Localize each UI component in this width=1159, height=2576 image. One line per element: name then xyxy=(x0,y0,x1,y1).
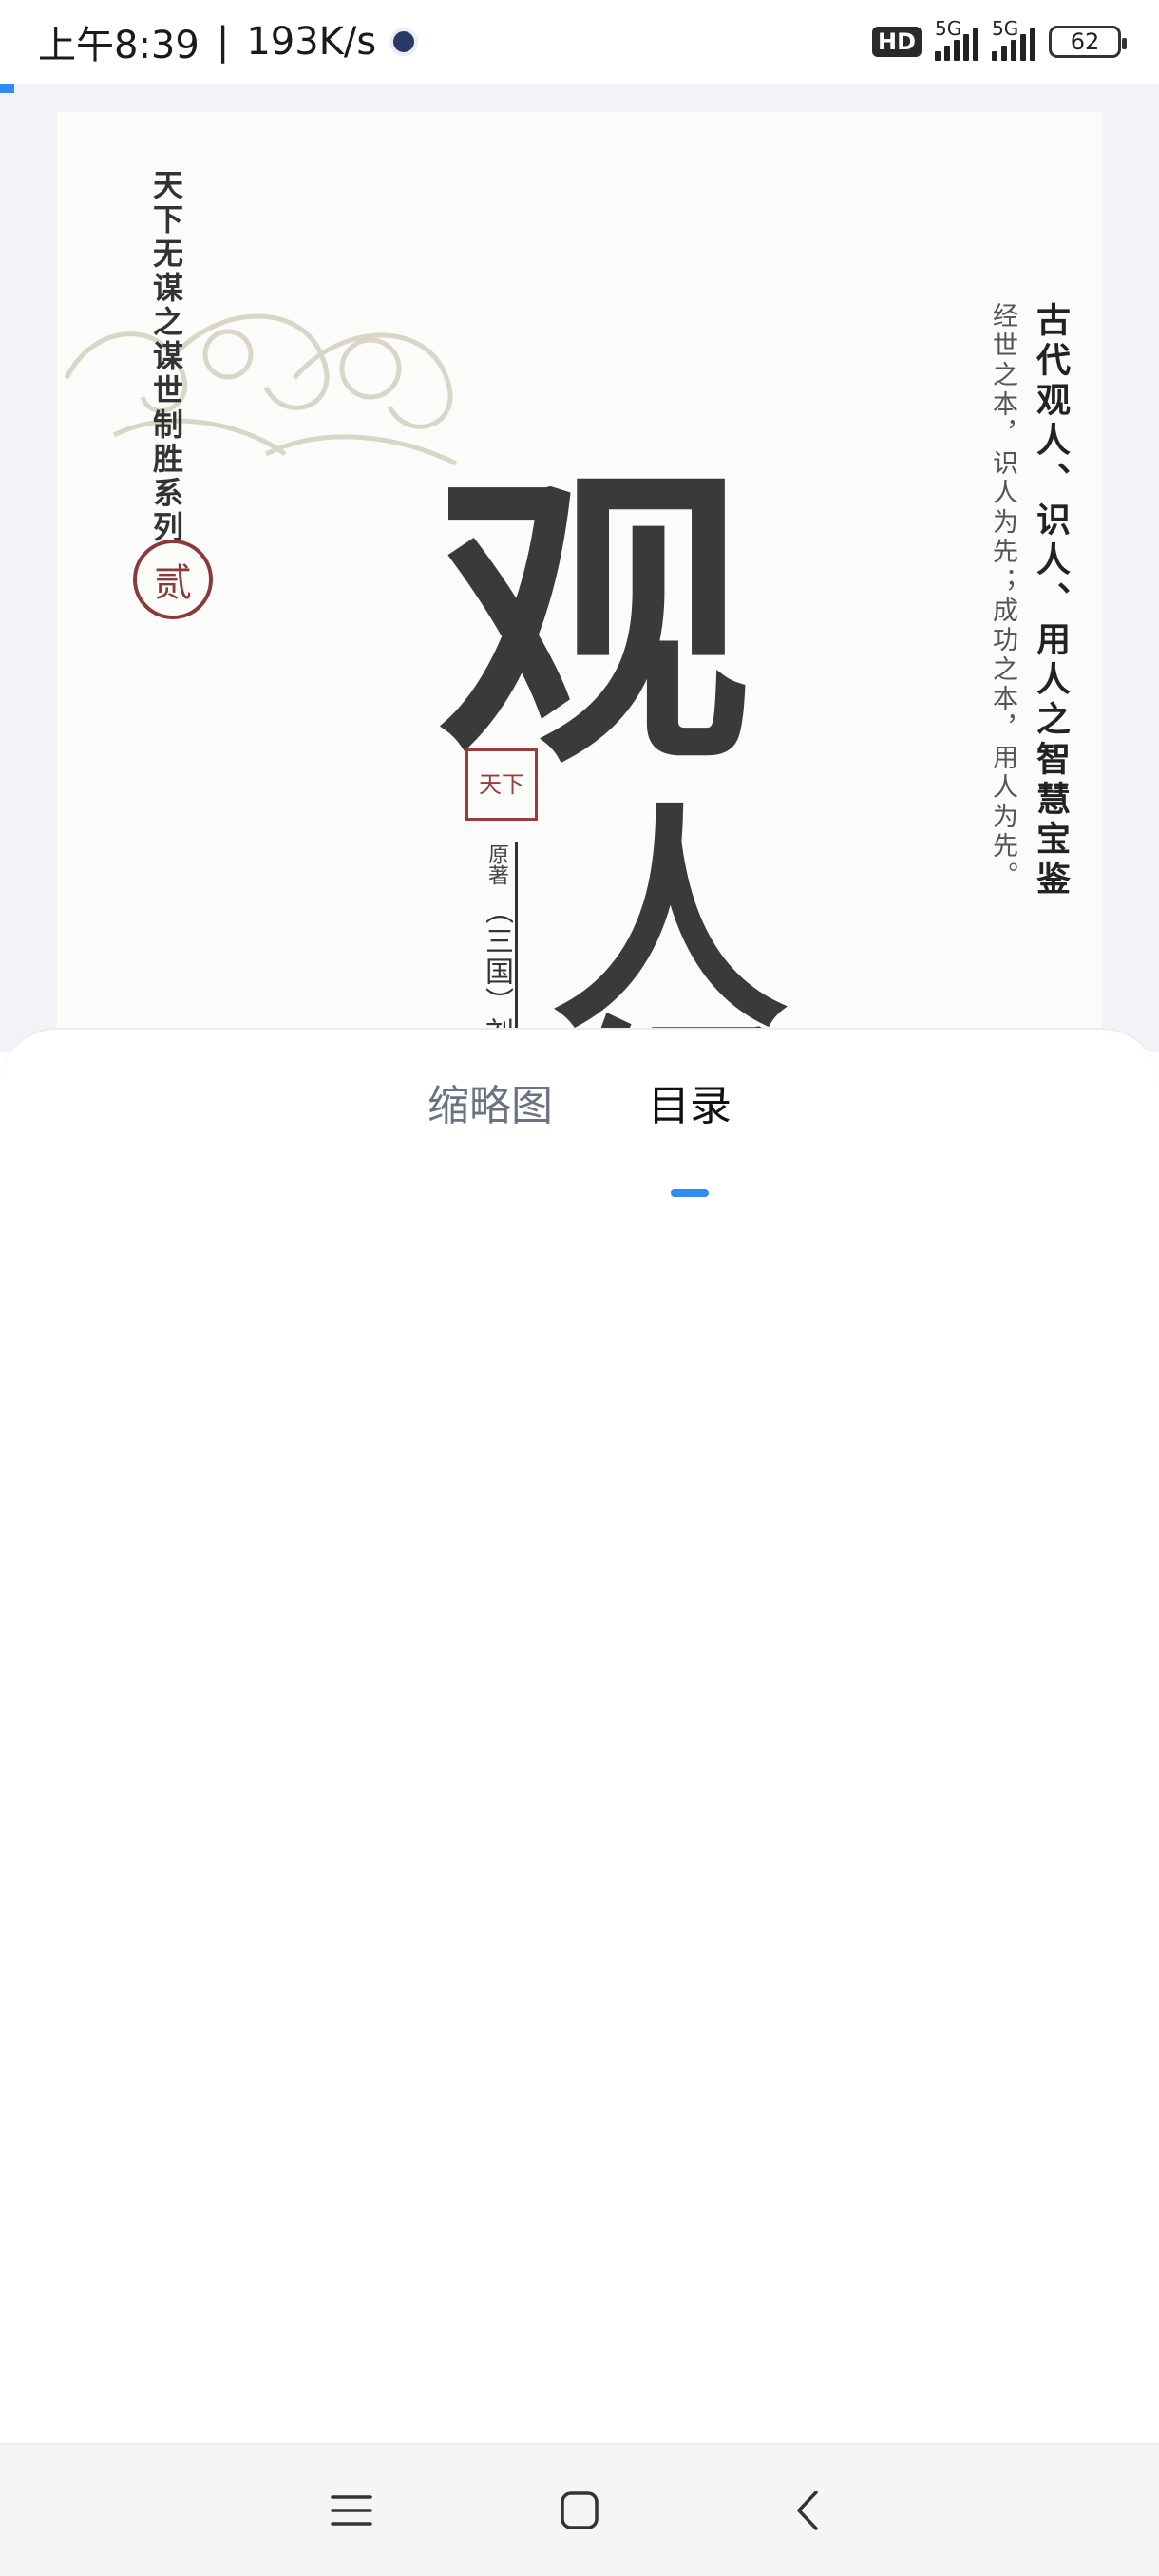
reader-area[interactable]: 天下无谋之谋世制胜系列 贰 古代观人、识人、用人之智慧宝鉴 经世之本，识人为先；… xyxy=(0,93,1159,1052)
cover-subtitle-sub: 经世之本，识人为先；成功之本，用人为先。 xyxy=(988,302,1017,891)
reading-progress-fill xyxy=(0,84,14,93)
home-icon xyxy=(560,2491,598,2529)
tab-contents-label: 目录 xyxy=(648,1082,732,1130)
cloud-pattern-decoration xyxy=(64,313,458,466)
tab-thumbnails[interactable]: 缩略图 xyxy=(428,1071,553,1147)
hd-voice-icon: HD xyxy=(871,27,922,57)
sheet-tabs: 缩略图 目录 xyxy=(0,1030,1159,1197)
author-name: （三国）刘 xyxy=(480,896,513,1048)
menu-icon xyxy=(331,2495,372,2526)
volume-seal: 贰 xyxy=(133,540,213,619)
status-time: 上午8:39 xyxy=(38,24,200,67)
signal-icon-2: 5G xyxy=(992,17,1036,61)
series-title: 天下无谋之谋世制胜系列 xyxy=(148,169,184,545)
battery-level: 62 xyxy=(1070,28,1100,55)
signal-icon-1: 5G xyxy=(935,17,978,61)
recent-apps-button[interactable] xyxy=(314,2472,390,2548)
status-left: 上午8:39 | 193K/s xyxy=(38,14,419,69)
cover-subtitle-main: 古代观人、识人、用人之智慧宝鉴 xyxy=(1031,302,1071,900)
signal-2-label: 5G xyxy=(992,17,1019,40)
publisher-seal: 天下 xyxy=(466,748,538,821)
back-button[interactable] xyxy=(770,2472,846,2548)
home-button[interactable] xyxy=(542,2472,618,2548)
back-icon xyxy=(797,2491,818,2530)
app-notification-icon xyxy=(390,28,419,56)
system-nav-bar xyxy=(0,2443,1159,2576)
tab-contents[interactable]: 目录 xyxy=(648,1071,732,1197)
tab-thumbnails-label: 缩略图 xyxy=(428,1082,553,1130)
status-separator: | xyxy=(216,20,230,64)
battery-icon: 62 xyxy=(1049,26,1127,58)
book-cover-page[interactable]: 天下无谋之谋世制胜系列 贰 古代观人、识人、用人之智慧宝鉴 经世之本，识人为先；… xyxy=(57,112,1102,1052)
signal-1-label: 5G xyxy=(935,17,962,40)
outline-bottom-sheet: 缩略图 目录 xyxy=(0,1028,1159,2443)
status-right: HD 5G 5G 62 xyxy=(871,17,1127,61)
status-bar: 上午8:39 | 193K/s HD 5G 5G 62 xyxy=(0,0,1159,84)
reading-progress-bar xyxy=(0,84,1159,93)
original-author-label: 原著 xyxy=(484,843,508,885)
active-tab-indicator xyxy=(671,1189,709,1197)
network-speed: 193K/s xyxy=(246,20,377,64)
